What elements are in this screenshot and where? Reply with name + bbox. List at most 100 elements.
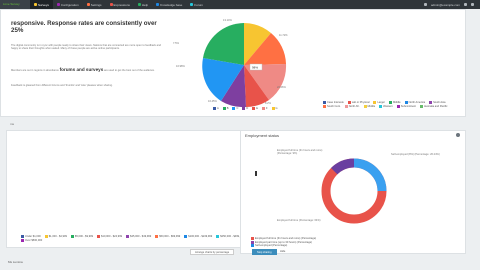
legend-item[interactable]: Employed full time (31 hours and more) (… — [251, 237, 451, 240]
legend-item[interactable]: Under $1,000 — [21, 235, 41, 238]
legend-item[interactable]: C — [232, 107, 238, 110]
nav-item-help[interactable]: Help — [134, 0, 152, 9]
legend-label: D — [246, 107, 249, 110]
legend-label: $1,000 - $4,999 — [48, 235, 67, 238]
legend-item[interactable]: $1,000 - $4,999 — [44, 235, 67, 238]
user-menu[interactable]: admin@example.com — [431, 3, 460, 7]
book-icon — [156, 3, 160, 6]
legend-label: South Cent. — [327, 105, 341, 108]
legend-item[interactable]: North America — [404, 101, 425, 104]
section-label: ms — [10, 122, 14, 126]
legend-item[interactable]: Middle — [363, 105, 375, 108]
donut-label: Employed full time (31 hours and more) (… — [277, 149, 323, 156]
legend-item[interactable]: $5,000 - $9,999 — [70, 235, 94, 238]
nav-item-configuration[interactable]: Configuration — [53, 0, 83, 9]
legend-item[interactable]: North Afr. — [344, 105, 360, 108]
nav-item-label: Forum — [194, 2, 203, 7]
legend-swatch — [396, 105, 400, 108]
legend-label: Australia and Pacific — [423, 105, 448, 108]
donut-segment[interactable] — [331, 158, 355, 175]
legend-swatch — [155, 235, 159, 238]
legend-swatch — [70, 235, 74, 238]
legend-swatch — [251, 237, 254, 240]
legend-item[interactable]: $10,000 - $24,999 — [97, 235, 122, 238]
donut-segment[interactable] — [353, 158, 387, 192]
legend-label: $50,000 - $99,999 — [159, 235, 181, 238]
legend-label: Subcontinent — [400, 105, 416, 108]
legend-label: Over $500,000 — [25, 239, 43, 242]
nav-item-label: Expressions — [113, 2, 130, 7]
legend-swatch — [252, 107, 256, 110]
legend-label: $25,000 - $49,999 — [130, 235, 152, 238]
legend-item[interactable]: F — [261, 107, 268, 110]
legend-label: $10,000 - $24,999 — [101, 235, 123, 238]
footer-text: Ms Lumina — [8, 260, 23, 264]
navbar-right: admin@example.com — [423, 3, 480, 7]
legend-swatch — [347, 101, 351, 104]
brand-logo[interactable]: Lime Survey — [0, 0, 30, 9]
legend-swatch — [388, 101, 392, 104]
legend-label: Under $1,000 — [25, 235, 41, 238]
legend-item[interactable]: D — [242, 107, 248, 110]
legend-swatch — [126, 235, 130, 238]
pie-slice[interactable] — [203, 23, 244, 65]
card-title: Employment status — [245, 133, 280, 138]
pie-label: 16.45% — [208, 100, 217, 103]
legend-item[interactable]: Over $500,000 — [21, 239, 42, 242]
configuration-icon — [56, 3, 60, 6]
card-title — [7, 131, 261, 135]
legend-item[interactable]: South Asia — [429, 101, 445, 104]
legend-swatch — [419, 105, 423, 108]
nav-item-expressions[interactable]: Expressions — [106, 0, 134, 9]
legend-item[interactable]: Western — [379, 105, 393, 108]
pie-label: 16.98% — [176, 65, 185, 68]
nav-item-surveys[interactable]: Surveys — [30, 0, 53, 9]
legend-swatch — [222, 107, 226, 110]
legend-swatch — [261, 107, 265, 110]
arrange-charts-option[interactable]: Arrange charts by percentage — [190, 249, 235, 255]
legend-item[interactable]: Middle — [388, 101, 401, 104]
legend-label: Middle — [392, 101, 401, 104]
summary-paragraph-feedback: Feedback is gleaned from different forum… — [11, 84, 113, 87]
employment-chart-card: Employment status Employed full time (31… — [240, 130, 466, 254]
legend-label: Western — [383, 105, 393, 108]
forums-text-prefix: Members are out in regions in abundance — [11, 69, 59, 72]
legend-item[interactable]: $100,000 - $249,999 — [184, 235, 212, 238]
menu-icon[interactable] — [471, 3, 474, 6]
legend-swatch — [242, 107, 246, 110]
legend-item[interactable]: Australia and Pacific — [419, 105, 448, 108]
nav-item-knowledge-base[interactable]: Knowledge base — [152, 0, 186, 9]
legend-item[interactable]: $50,000 - $99,999 — [155, 235, 180, 238]
close-icon[interactable] — [456, 133, 460, 137]
legend-item[interactable]: B — [222, 107, 228, 110]
legend-item[interactable]: Larger — [373, 101, 385, 104]
legend-item[interactable]: Case Interests — [323, 101, 344, 104]
legend-swatch — [373, 101, 377, 104]
pie-tooltip: 98% — [252, 66, 258, 70]
legend-swatch — [363, 105, 367, 108]
nav-item-forum[interactable]: Forum — [186, 0, 207, 9]
legend-item[interactable]: $25,000 - $49,999 — [126, 235, 151, 238]
legend-swatch — [404, 101, 408, 104]
notifications-icon[interactable] — [464, 3, 467, 6]
nav-item-settings[interactable]: Settings — [83, 0, 106, 9]
legend-item[interactable]: South Cent. — [323, 105, 341, 108]
hide-button[interactable]: Hide — [276, 249, 289, 255]
legend-label: G — [275, 107, 278, 110]
legend-item[interactable]: Lab or Physical — [347, 101, 369, 104]
legend-swatch — [216, 235, 220, 238]
legend-swatch — [271, 107, 275, 110]
legend-item[interactable]: Subcontinent — [396, 105, 416, 108]
legend-item[interactable]: G — [271, 107, 278, 110]
search-icon[interactable] — [423, 3, 427, 6]
legend-item[interactable]: E — [252, 107, 258, 110]
legend-label: $5,000 - $9,999 — [74, 235, 94, 238]
legend-swatch — [344, 105, 348, 108]
legend-item[interactable]: A — [213, 107, 219, 110]
employment-legend: Employed full time (31 hours and more) (… — [251, 237, 451, 248]
legend-swatch — [323, 101, 326, 104]
legend-swatch — [213, 107, 216, 110]
legend-item[interactable]: Self-employed (Percentage) — [251, 244, 451, 248]
legend-label: Case Interests — [327, 101, 344, 104]
stop-sharing-button[interactable]: Stop sharing — [252, 249, 277, 255]
